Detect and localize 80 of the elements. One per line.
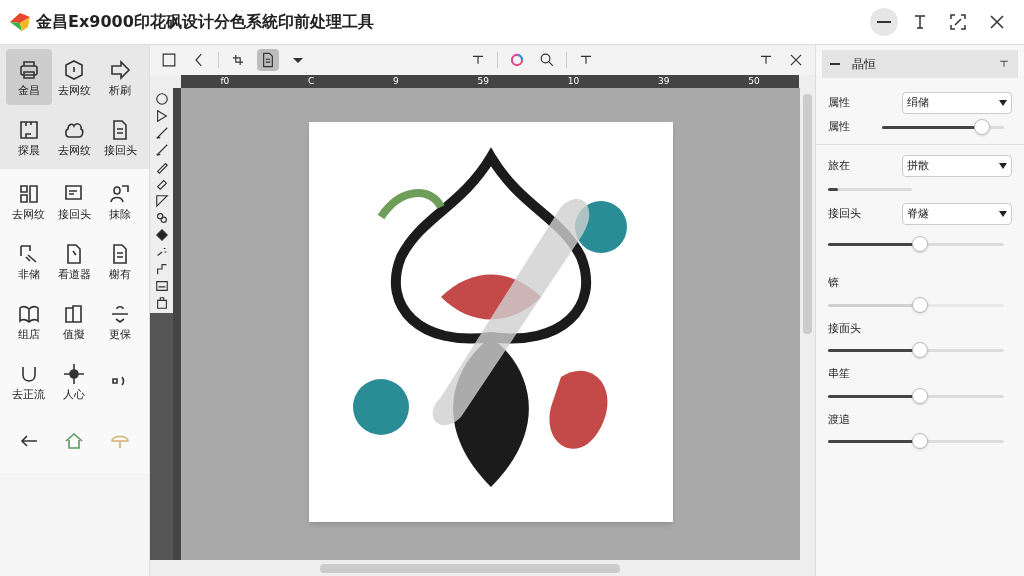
tool-button[interactable]: 探晨 [6,109,52,165]
ruler-label: 10 [567,77,580,86]
person-icon [109,182,132,205]
diamond-tool-icon[interactable] [154,228,169,242]
ruler-label: 50 [748,77,760,86]
clipboard-tool-icon[interactable] [154,296,169,310]
caret-icon [999,211,1007,217]
tool-button[interactable]: 非储 [6,233,52,289]
hexagon-icon [63,58,86,81]
pen-tool-icon[interactable] [154,143,169,157]
ruler-label: 59 [477,77,489,86]
property-label: 锛 [828,275,840,291]
frame-icon [17,118,40,141]
slider-thumb[interactable] [911,387,928,404]
ruler-label: C [308,77,315,86]
property-label: 接面头 [828,320,862,337]
text-cursor-icon[interactable] [914,15,926,29]
caret-icon [999,100,1007,106]
step-tool-icon[interactable] [154,262,169,276]
tool-button[interactable]: 榭有 [97,233,143,289]
tool-button[interactable]: 去网纹 [6,173,52,229]
horizontal-scrollbar-thumb[interactable] [320,563,620,573]
document-icon [260,52,276,68]
layout-icon [17,182,40,205]
tool-button[interactable]: 抹除 [97,173,143,229]
slider-thumb[interactable] [911,296,928,313]
tool-button[interactable]: 去正流 [6,353,52,409]
dropdown[interactable]: 拼散 [902,155,1012,177]
triangle-tool-icon[interactable] [154,109,169,123]
property-label: 属性 [828,118,850,135]
panel-title: 晶恒 [852,56,877,73]
tool-button[interactable]: 值擬 [51,293,98,349]
ruler-label: 9 [393,77,399,86]
dropdown[interactable]: 脊燧 [902,203,1012,225]
property-label: 接回头 [828,205,861,222]
slider-thumb[interactable] [911,433,928,449]
ellipse-tool-icon[interactable] [154,92,169,106]
eraser-tool-icon[interactable] [154,177,169,191]
property-label: 属性 [828,94,850,111]
tool-button[interactable]: 去网纹 [51,49,98,105]
fill-tool-icon[interactable] [154,194,169,208]
close-icon [788,52,804,68]
square-icon [161,52,177,68]
minimize-button[interactable] [870,8,898,36]
crop-icon [230,52,246,68]
ruler-label: f0 [220,77,230,86]
tool-button[interactable]: 去网纹 [51,109,98,165]
caret-icon [999,163,1007,169]
tool-button[interactable]: 人心 [51,353,98,409]
tool-button[interactable]: 接回头 [51,173,98,229]
image-tool-icon[interactable] [154,279,169,293]
app-logo-icon [8,11,32,33]
cluster-tool-icon[interactable] [154,211,169,225]
property-label: 旅在 [828,157,850,174]
arrow-icon [109,58,132,81]
printer-icon [17,58,40,81]
tool-button[interactable]: 组店 [6,293,52,349]
close-icon[interactable] [990,15,1004,29]
tool-button[interactable]: 更保 [97,293,143,349]
crosshair-icon [63,362,86,385]
search-icon [539,52,555,68]
minimize-icon [877,21,891,23]
color-wheel-icon [509,52,525,68]
tool-button[interactable]: 金昌 [6,49,52,105]
window-title: 金昌Ex9000印花砜设计分色系統印前处理工具 [36,11,374,33]
vertical-scrollbar-thumb[interactable] [803,94,812,334]
property-label: 串笙 [828,366,851,382]
document-button[interactable] [257,49,279,71]
slider-thumb[interactable] [974,118,991,135]
tool-button[interactable]: 看道器 [51,233,98,289]
tool-button[interactable]: 接回头 [97,109,143,165]
dropdown[interactable]: 绢储 [902,92,1012,114]
slider-thumb[interactable] [911,235,928,252]
slider-thumb[interactable] [911,342,928,358]
property-label: 渡追 [828,411,851,428]
tool-button[interactable]: 析刷 [97,49,143,105]
ruler-label: 39 [657,77,670,86]
maximize-icon[interactable] [950,14,966,30]
pen-tool-icon[interactable] [154,126,169,140]
pencil-tool-icon[interactable] [154,160,169,174]
